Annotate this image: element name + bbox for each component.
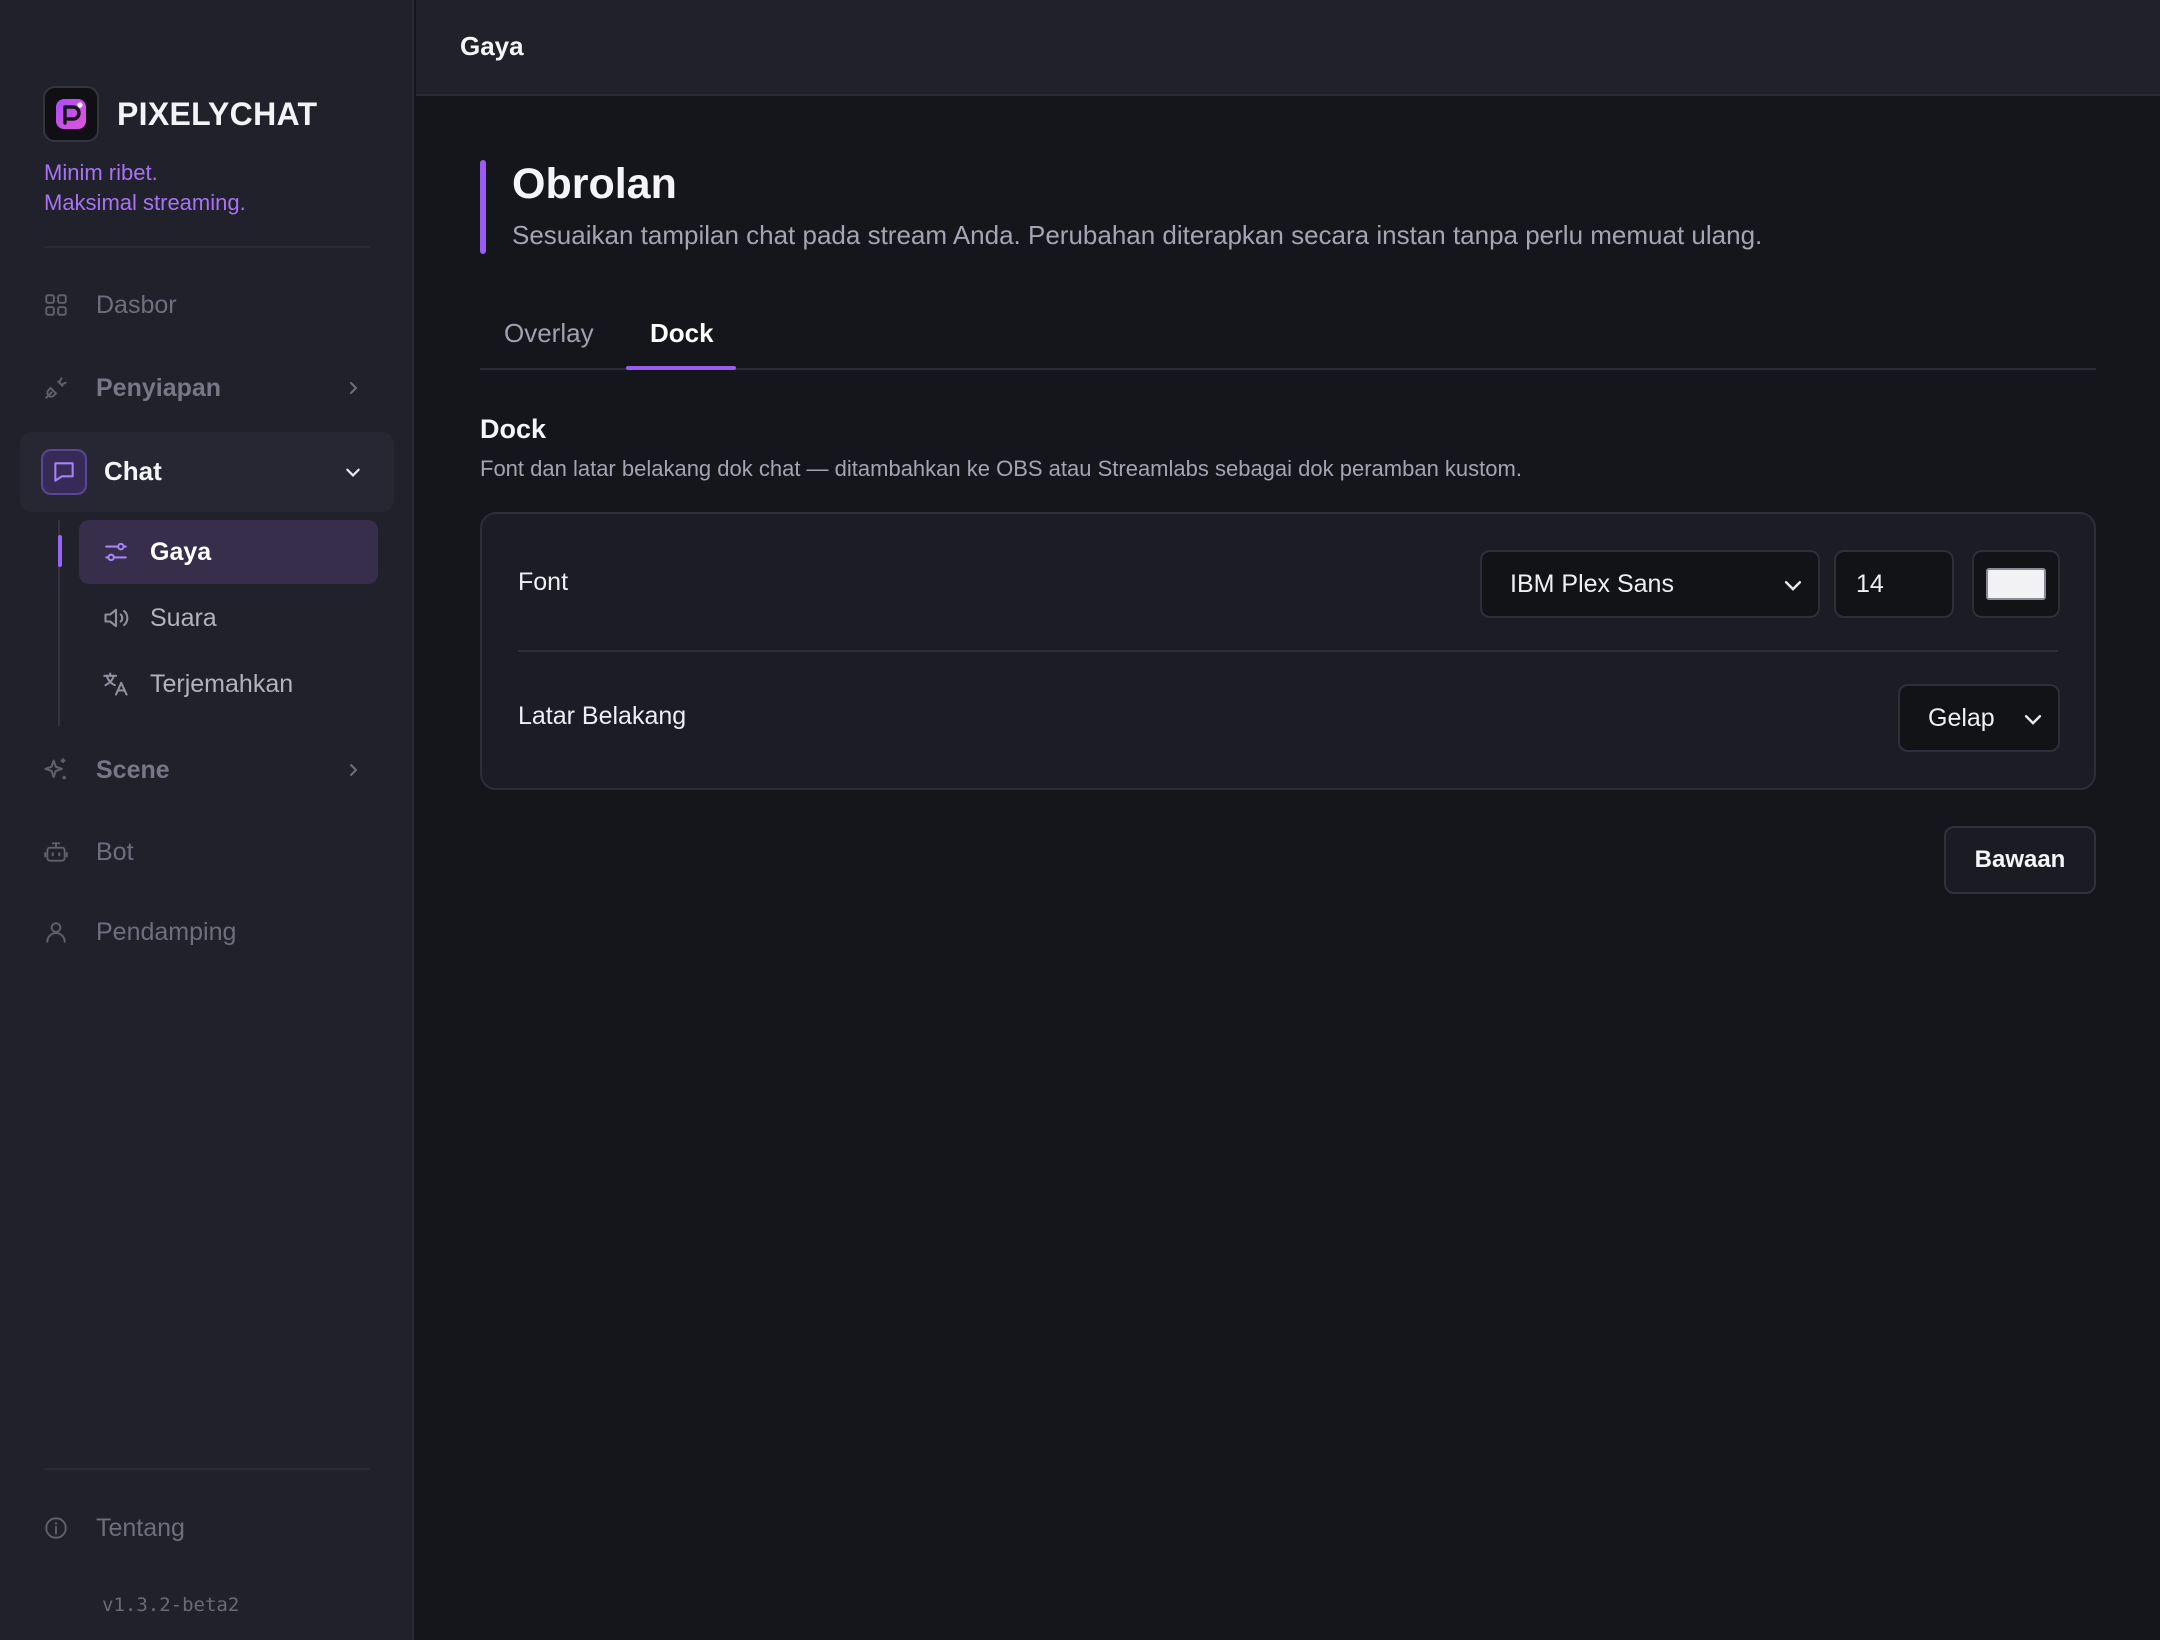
sidebar-item-dasbor[interactable]: Dasbor — [44, 283, 177, 327]
sidebar-item-label: Bot — [96, 837, 134, 866]
sidebar-subitem-label: Gaya — [150, 537, 212, 566]
brand-name: PIXELYCHAT — [117, 95, 318, 132]
tagline-line-2: Maksimal streaming. — [44, 190, 246, 215]
sidebar-subitem-terjemahkan[interactable]: Terjemahkan — [100, 664, 293, 704]
sidebar-item-label: Chat — [104, 456, 162, 486]
chevron-down-icon[interactable] — [338, 457, 368, 487]
sparkles-icon — [36, 750, 76, 790]
sidebar-item-pendamping[interactable]: Pendamping — [44, 910, 236, 954]
section-title: Dock — [480, 414, 547, 444]
info-icon — [36, 1508, 76, 1548]
sidebar-item-bot[interactable]: Bot — [44, 830, 134, 874]
font-color-swatch — [1986, 568, 2046, 600]
tagline-line-1: Minim ribet. — [44, 160, 158, 185]
chat-bubble-icon — [41, 449, 87, 495]
background-label: Latar Belakang — [518, 702, 687, 730]
font-size-value: 14 — [1856, 569, 1884, 598]
submenu-active-indicator — [58, 535, 62, 567]
grid-icon — [36, 285, 76, 325]
brand-tagline: Minim ribet. Maksimal streaming. — [44, 158, 246, 218]
chevron-right-icon[interactable] — [338, 373, 368, 403]
page-title-accent — [480, 160, 486, 254]
dock-settings-card: Font IBM Plex Sans 14 Latar Belakang Gel… — [480, 512, 2096, 790]
chevron-down-icon — [1782, 574, 1804, 596]
sidebar-item-chat[interactable]: Chat — [20, 432, 394, 512]
brand[interactable]: PIXELYCHAT — [43, 86, 317, 142]
tab-dock[interactable]: Dock — [650, 318, 714, 370]
font-label: Font — [518, 568, 569, 596]
tab-bar: Overlay Dock — [480, 310, 2096, 370]
sidebar-item-label: Tentang — [96, 1513, 185, 1542]
sidebar-item-scene[interactable]: Scene — [44, 748, 170, 792]
sliders-icon — [100, 536, 132, 568]
translate-icon — [100, 668, 132, 700]
sidebar: PIXELYCHAT Minim ribet. Maksimal streami… — [0, 0, 414, 1640]
font-family-value: IBM Plex Sans — [1510, 569, 1674, 598]
sidebar-item-penyiapan[interactable]: Penyiapan — [44, 366, 221, 410]
font-color-picker[interactable] — [1972, 550, 2060, 618]
font-size-input[interactable]: 14 — [1834, 550, 1954, 618]
background-select[interactable]: Gelap — [1898, 684, 2060, 752]
sidebar-item-label: Scene — [96, 755, 170, 784]
reset-default-button[interactable]: Bawaan — [1944, 826, 2096, 894]
chevron-down-icon — [2022, 708, 2044, 730]
sidebar-subitem-suara[interactable]: Suara — [100, 598, 217, 638]
section-description: Font dan latar belakang dok chat — ditam… — [480, 456, 1522, 481]
chevron-right-icon[interactable] — [338, 755, 368, 785]
sidebar-subitem-gaya[interactable]: Gaya — [100, 532, 211, 572]
user-icon — [36, 912, 76, 952]
sidebar-item-label: Penyiapan — [96, 373, 222, 402]
robot-icon — [36, 832, 76, 872]
speaker-icon — [100, 602, 132, 634]
app-version: v1.3.2-beta2 — [102, 1594, 240, 1616]
header-title: Gaya — [460, 31, 524, 61]
tab-overlay[interactable]: Overlay — [504, 318, 594, 370]
page-description: Sesuaikan tampilan chat pada stream Anda… — [512, 220, 1763, 250]
active-tab-indicator — [626, 366, 736, 370]
top-bar: Gaya — [416, 0, 2160, 96]
page-title: Obrolan — [512, 160, 677, 208]
font-family-select[interactable]: IBM Plex Sans — [1480, 550, 1820, 618]
pixelychat-logo-icon — [43, 86, 99, 142]
sidebar-divider-bottom — [44, 1468, 370, 1470]
plug-icon — [36, 368, 76, 408]
sidebar-item-label: Dasbor — [96, 290, 177, 319]
sidebar-divider-top — [44, 246, 370, 248]
background-value: Gelap — [1928, 703, 1995, 732]
sidebar-item-label: Pendamping — [96, 917, 237, 946]
sidebar-item-tentang[interactable]: Tentang — [44, 1506, 185, 1550]
row-divider — [518, 650, 2058, 652]
sidebar-subitem-label: Suara — [150, 603, 217, 632]
sidebar-subitem-label: Terjemahkan — [150, 669, 294, 698]
